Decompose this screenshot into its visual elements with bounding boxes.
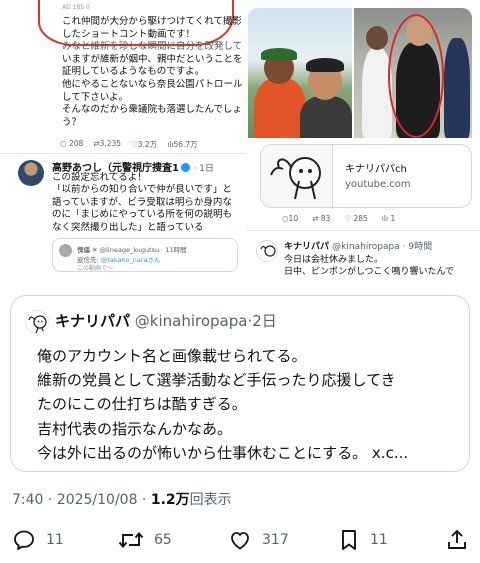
youtube-link-card: キナリパパch youtube.com xyxy=(260,144,472,208)
mascot-avatar-icon xyxy=(28,315,47,333)
heart-icon: ♡ xyxy=(131,140,138,149)
reply-icon xyxy=(14,530,34,550)
reply-count: 11 xyxy=(46,532,64,548)
quoted-tweet-header: キナリパパ @kinahiropapa·2日 xyxy=(55,310,277,331)
red-circle-highlight xyxy=(388,14,444,138)
group-photo xyxy=(354,8,472,138)
screenshot-right: キナリパパch youtube.com ○10 ⇄ 83 ♡ 285 ılı 1… xyxy=(246,0,480,290)
verified-icon xyxy=(180,163,190,172)
left-likes: ♡3.2万 xyxy=(131,140,158,149)
quoted-tweet-text: 俺のアカウント名と画像載せられてる。 維新の党員として選挙活動など手伝ったり応援… xyxy=(37,347,409,462)
left-nested-quote: 傀儡 ✕ @lineage_kugutsu · 11時間 返信先: @takan… xyxy=(52,238,238,272)
like-count: 317 xyxy=(262,532,289,548)
avatar xyxy=(256,240,278,262)
reply-icon: ○ xyxy=(60,139,67,148)
avatar[interactable] xyxy=(25,310,49,334)
left-reply-text: この設定忘れてるよ！ 「以前からの知り合いで仲が良いです」と 語っていますが、ビ… xyxy=(52,172,233,233)
bookmark-icon xyxy=(342,530,356,550)
repost-icon: ⇄ xyxy=(312,214,319,223)
bookmark-button[interactable]: 11 xyxy=(338,528,388,552)
views-icon: ılı xyxy=(381,214,389,223)
repost-count: 65 xyxy=(154,532,172,548)
like-button[interactable]: 317 xyxy=(228,528,289,552)
reply-button[interactable]: 11 xyxy=(12,528,64,552)
left-reposts: ⇄3,235 xyxy=(93,139,122,148)
avatar xyxy=(59,244,72,257)
repost-icon xyxy=(118,532,144,548)
mascot-icon xyxy=(270,157,321,200)
quoted-tweet-card[interactable]: キナリパパ @kinahiropapa·2日 俺のアカウント名と画像載せられてる… xyxy=(10,295,470,472)
divider xyxy=(0,153,246,154)
view-count: 1.2万 xyxy=(150,492,190,508)
left-views: ılı56.7万 xyxy=(167,140,198,149)
channel-thumbnail xyxy=(261,145,333,207)
tweet-timestamp[interactable]: 7:40 · 2025/10/08 · 1.2万回表示 xyxy=(12,489,232,509)
heart-icon xyxy=(231,532,249,550)
right-author: キナリパパ @kinahiropapa · 9時間 xyxy=(284,242,433,252)
left-tweet-stats: ○ 208 ⇄3,235 ♡3.2万 ılı56.7万 xyxy=(60,139,246,150)
share-button[interactable] xyxy=(446,528,468,552)
left-tweet-text: これ仲間が大分から駆けつけてくれて撮影 したショートコント動画です！ みなと維新… xyxy=(62,16,242,128)
quoted-time[interactable]: 2日 xyxy=(252,312,277,330)
sword-icon: ✕ xyxy=(92,246,98,254)
right-tweet-text-2: 日中、ピンポンがしつこく鳴り響いたんで xyxy=(284,267,455,277)
divider xyxy=(246,230,480,231)
screenshot-left: AD 185 0 これ仲間が大分から駆けつけてくれて撮影 したショートコント動画… xyxy=(0,0,246,290)
selfie-photo xyxy=(248,8,352,138)
card-domain: youtube.com xyxy=(345,179,411,190)
avatar xyxy=(18,160,44,186)
repost-button[interactable]: 65 xyxy=(118,528,172,552)
left-replies: ○ 208 xyxy=(60,139,84,148)
card-title: キナリパパch xyxy=(345,164,407,175)
bookmark-count: 11 xyxy=(370,532,388,548)
quoted-author-name[interactable]: キナリパパ xyxy=(55,312,130,330)
attached-image[interactable]: AD 185 0 これ仲間が大分から駆けつけてくれて撮影 したショートコント動画… xyxy=(0,0,480,290)
quoted-author-handle[interactable]: @kinahiropapa xyxy=(135,312,248,330)
share-icon xyxy=(448,529,466,549)
right-tweet-stats: ○10 ⇄ 83 ♡ 285 ılı 1 xyxy=(282,214,396,223)
heart-icon: ♡ xyxy=(344,214,352,223)
